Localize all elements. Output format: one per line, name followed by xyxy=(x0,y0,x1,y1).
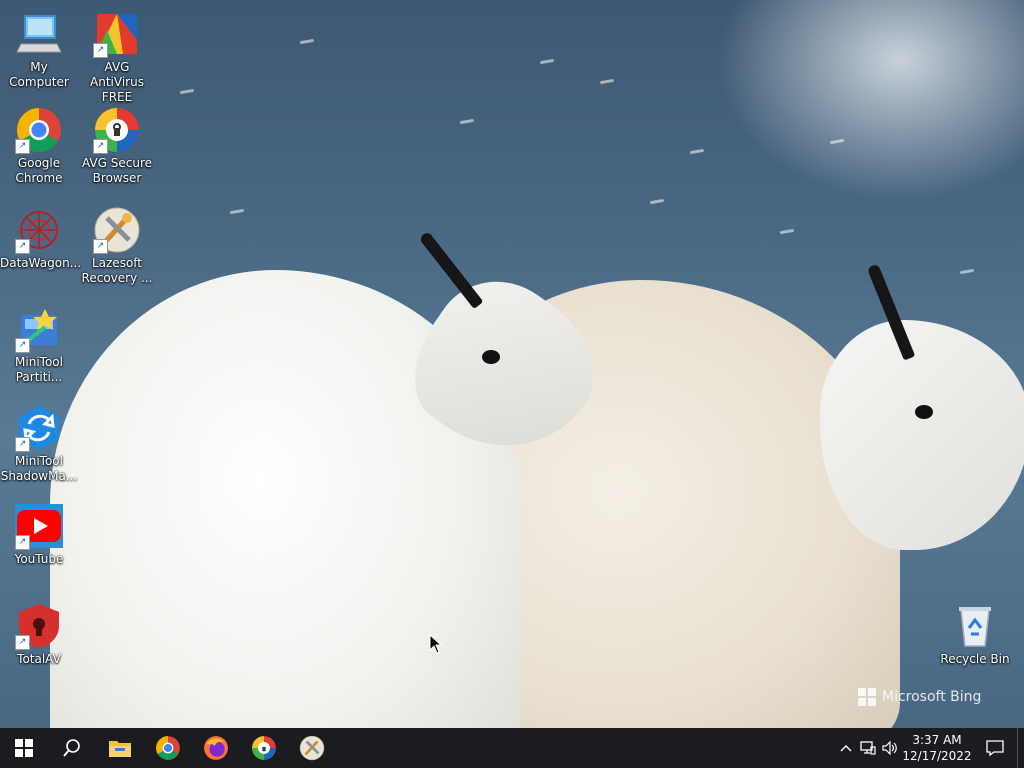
desktop-icon-label: AVG Secure Browser xyxy=(81,156,153,185)
desktop-icon-lazesoft-recovery[interactable]: ↗ Lazesoft Recovery ... xyxy=(78,200,156,286)
action-center-button[interactable] xyxy=(973,728,1017,768)
desktop-icon-label: TotalAV xyxy=(17,652,61,666)
desktop-icon-google-chrome[interactable]: ↗ Google Chrome xyxy=(0,100,78,186)
desktop-icon-label: MiniTool Partiti... xyxy=(15,355,63,384)
desktop-icon-avg-antivirus[interactable]: ↗ AVG AntiVirus FREE xyxy=(78,4,156,105)
avg-secure-browser-icon: ↗ xyxy=(93,106,141,154)
desktop-icon-datawagon[interactable]: ↗ DataWagon... xyxy=(0,200,82,271)
microsoft-logo-icon xyxy=(858,688,876,706)
clock-date: 12/17/2022 xyxy=(902,749,972,763)
taskbar: 3:37 AM 12/17/2022 xyxy=(0,728,1024,768)
desktop-icon-label: DataWagon... xyxy=(0,256,82,270)
chrome-icon xyxy=(156,736,180,760)
chrome-icon: ↗ xyxy=(15,106,63,154)
desktop-icon-totalav[interactable]: ↗ TotalAV xyxy=(0,596,78,667)
lazesoft-icon: ↗ xyxy=(93,206,141,254)
network-icon xyxy=(860,741,876,755)
file-explorer-icon xyxy=(109,741,131,757)
taskbar-firefox[interactable] xyxy=(192,728,240,768)
volume-button[interactable] xyxy=(879,728,901,768)
windows-start-icon xyxy=(15,739,33,757)
minitool-shadowmaker-icon: ↗ xyxy=(15,404,63,452)
desktop-icon-label: YouTube xyxy=(14,552,64,566)
desktop-icon-label: Google Chrome xyxy=(15,156,63,185)
desktop-icon-youtube[interactable]: ↗ YouTube xyxy=(0,496,78,567)
taskbar-chrome[interactable] xyxy=(144,728,192,768)
search-button[interactable] xyxy=(48,728,96,768)
desktop-icon-label: Recycle Bin xyxy=(940,652,1010,666)
desktop-icon-minitool-partition[interactable]: ↗ MiniTool Partiti... xyxy=(0,299,78,385)
firefox-icon xyxy=(204,736,228,760)
totalav-shield-icon: ↗ xyxy=(15,602,63,650)
microsoft-bing-watermark: Microsoft Bing xyxy=(858,688,981,706)
minitool-partition-icon: ↗ xyxy=(15,305,63,353)
desktop-icon-minitool-shadowmaker[interactable]: ↗ MiniTool ShadowMa... xyxy=(0,398,78,484)
computer-icon xyxy=(15,10,63,58)
lazesoft-icon xyxy=(299,735,325,761)
show-hidden-icons-button[interactable] xyxy=(835,728,857,768)
desktop-icon-label: My Computer xyxy=(9,60,69,89)
desktop-icon-recycle-bin[interactable]: Recycle Bin xyxy=(936,596,1014,667)
avg-antivirus-icon: ↗ xyxy=(93,10,141,58)
desktop-icon-label: Lazesoft Recovery ... xyxy=(81,256,153,285)
mouse-cursor-icon xyxy=(429,634,443,654)
recycle-bin-icon xyxy=(951,602,999,650)
taskbar-file-explorer[interactable] xyxy=(96,728,144,768)
volume-icon xyxy=(882,741,897,755)
show-desktop-button[interactable] xyxy=(1017,728,1024,768)
system-tray: 3:37 AM 12/17/2022 xyxy=(835,728,1024,768)
clock-time: 3:37 AM xyxy=(912,733,962,747)
taskbar-clock[interactable]: 3:37 AM 12/17/2022 xyxy=(901,732,973,764)
watermark-text: Microsoft Bing xyxy=(882,689,982,705)
chevron-up-icon xyxy=(840,745,852,752)
start-button[interactable] xyxy=(0,728,48,768)
desktop-icon-avg-secure-browser[interactable]: ↗ AVG Secure Browser xyxy=(78,100,156,186)
network-button[interactable] xyxy=(857,728,879,768)
taskbar-lazesoft[interactable] xyxy=(288,728,336,768)
desktop-icon-label: MiniTool ShadowMa... xyxy=(0,454,78,483)
youtube-icon: ↗ xyxy=(15,502,63,550)
desktop-icon-label: AVG AntiVirus FREE xyxy=(90,60,144,104)
desktop-icon-my-computer[interactable]: My Computer xyxy=(0,4,78,90)
taskbar-avg-secure-browser[interactable] xyxy=(240,728,288,768)
notification-icon xyxy=(986,740,1004,756)
datawagon-icon: ↗ xyxy=(15,206,63,254)
search-icon xyxy=(63,739,80,757)
avg-secure-browser-icon xyxy=(252,736,276,760)
